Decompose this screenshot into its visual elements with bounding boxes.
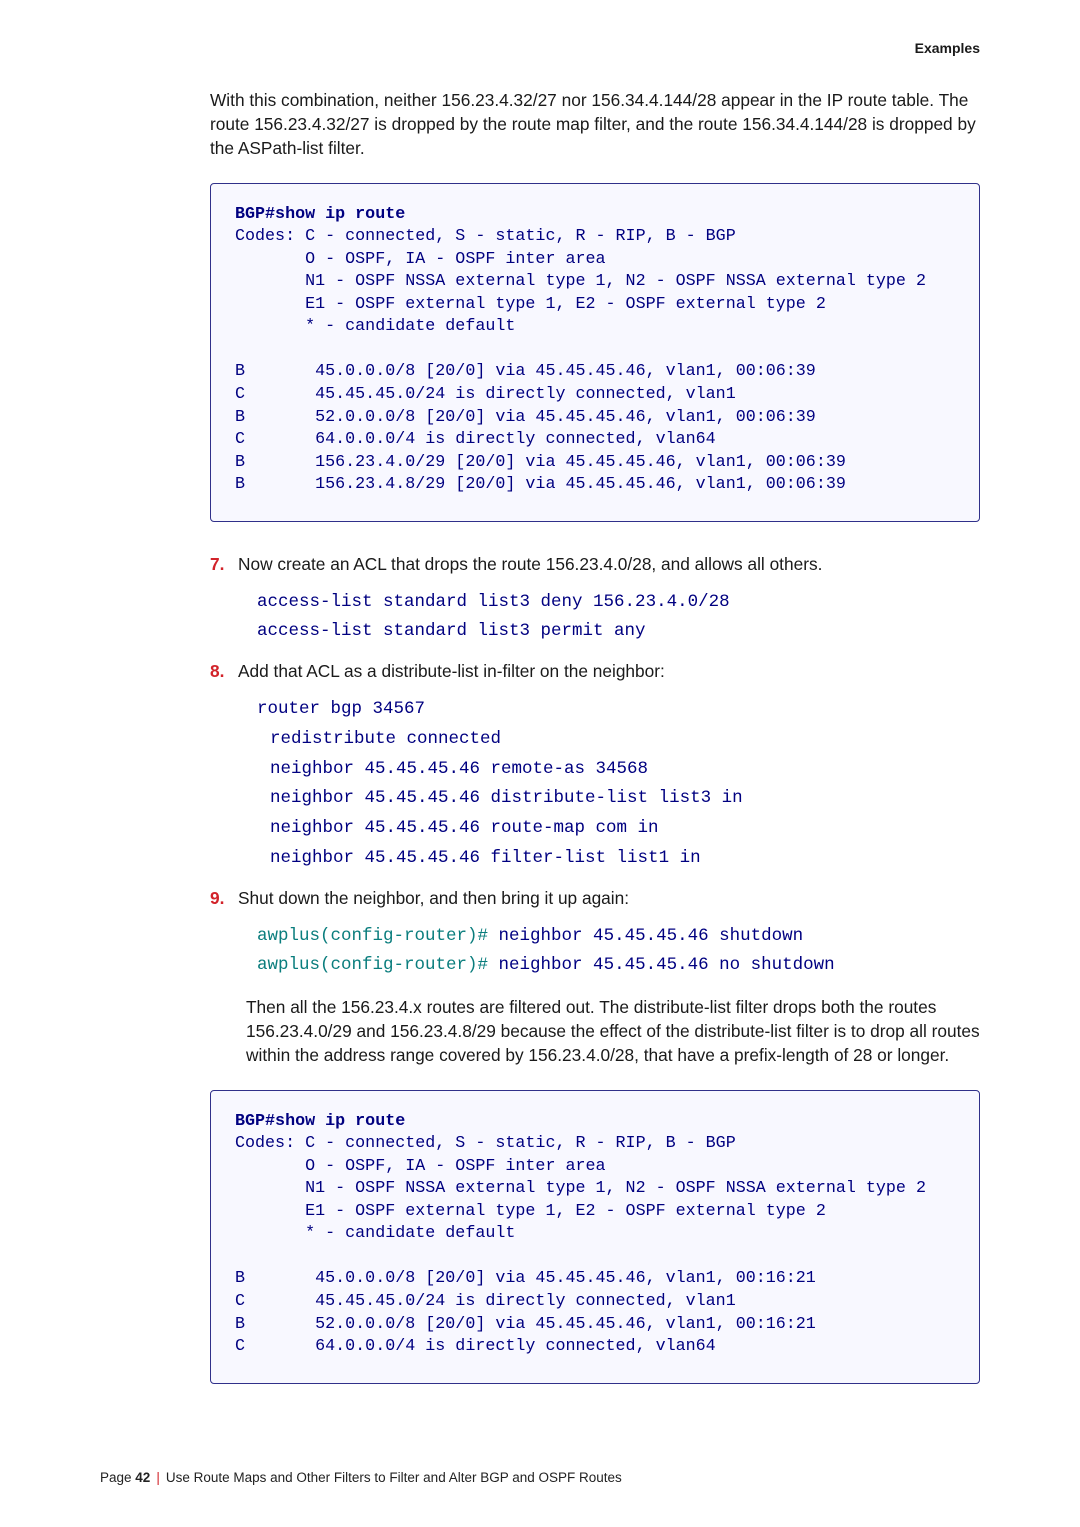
- header-section: Examples: [915, 40, 980, 56]
- intro-paragraph: With this combination, neither 156.23.4.…: [210, 88, 980, 161]
- cli-output-1: neighbor 45.45.45.46 shutdown: [499, 926, 804, 946]
- cli-prompt-1: awplus(config-router)#: [257, 926, 499, 946]
- code-body-1: Codes: C - connected, S - static, R - RI…: [235, 227, 926, 494]
- cli-output-2: neighbor 45.45.45.46 no shutdown: [499, 955, 835, 975]
- step-9-number: 9.: [210, 886, 238, 912]
- step-8: 8.Add that ACL as a distribute-list in-f…: [210, 659, 980, 685]
- code-command-1: BGP#show ip route: [235, 205, 405, 224]
- step-7-number: 7.: [210, 552, 238, 578]
- code-body-2: Codes: C - connected, S - static, R - RI…: [235, 1134, 926, 1356]
- step-9-code-line-2: awplus(config-router)# neighbor 45.45.45…: [257, 951, 980, 981]
- footer-separator: |: [150, 1470, 166, 1485]
- cli-prompt-2: awplus(config-router)#: [257, 955, 499, 975]
- code-box-show-ip-route-1: BGP#show ip route Codes: C - connected, …: [210, 183, 980, 522]
- footer-page-label: Page: [100, 1470, 135, 1485]
- step-7: 7.Now create an ACL that drops the route…: [210, 552, 980, 578]
- step-8-text: Add that ACL as a distribute-list in-fil…: [238, 659, 958, 685]
- step-9: 9.Shut down the neighbor, and then bring…: [210, 886, 980, 912]
- footer-title: Use Route Maps and Other Filters to Filt…: [166, 1470, 622, 1485]
- code-box-show-ip-route-2: BGP#show ip route Codes: C - connected, …: [210, 1090, 980, 1384]
- step-7-text: Now create an ACL that drops the route 1…: [238, 552, 958, 578]
- step-9-code-line-1: awplus(config-router)# neighbor 45.45.45…: [257, 922, 980, 952]
- step-9-paragraph: Then all the 156.23.4.x routes are filte…: [246, 995, 980, 1068]
- footer-page-number: 42: [135, 1470, 150, 1485]
- step-8-code: router bgp 34567 redistribute connectedn…: [257, 695, 980, 874]
- code-command-2: BGP#show ip route: [235, 1112, 405, 1131]
- step-7-code: access-list standard list3 deny 156.23.4…: [257, 588, 980, 648]
- step-8-number: 8.: [210, 659, 238, 685]
- page-footer: Page 42|Use Route Maps and Other Filters…: [100, 1470, 622, 1485]
- step-9-text: Shut down the neighbor, and then bring i…: [238, 886, 958, 912]
